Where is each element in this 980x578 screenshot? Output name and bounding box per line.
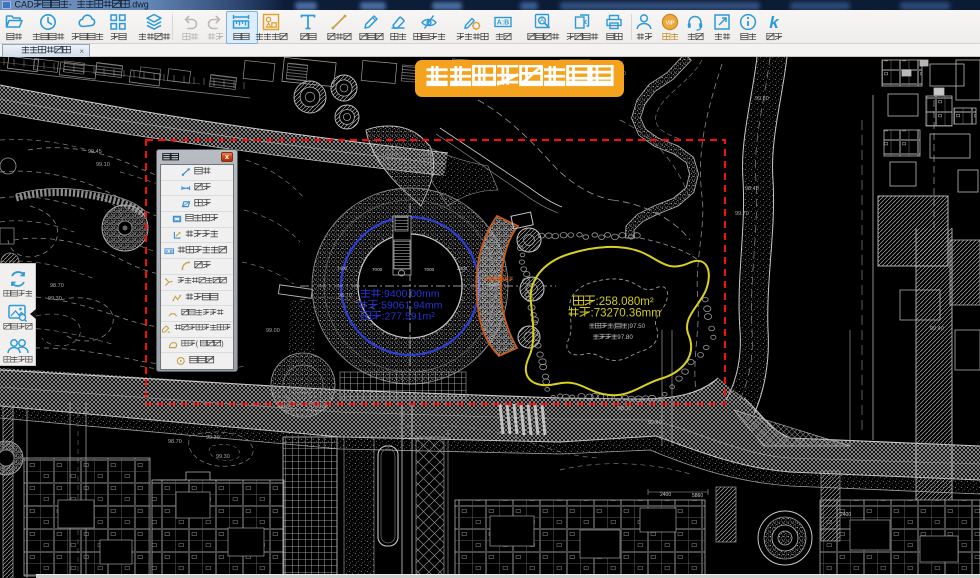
svg-text:99.40: 99.40: [930, 326, 944, 332]
svg-text:7000: 7000: [424, 267, 435, 272]
svg-text:7000: 7000: [372, 267, 383, 272]
svg-text:): ): [221, 340, 223, 348]
svg-text:2400: 2400: [840, 512, 851, 518]
svg-text:(: (: [195, 340, 198, 348]
svg-text:.dwg: .dwg: [130, 0, 149, 9]
svg-text:-: -: [69, 0, 72, 9]
svg-text:99.30: 99.30: [48, 296, 62, 302]
svg-text:5860: 5860: [692, 493, 703, 499]
svg-text:99.10: 99.10: [96, 162, 110, 168]
svg-text:99.70: 99.70: [735, 211, 749, 217]
svg-text::9400.00mm: :9400.00mm: [381, 288, 440, 300]
svg-text:98.70: 98.70: [50, 283, 64, 289]
svg-text:99.30: 99.30: [755, 96, 769, 102]
svg-text::73270.36mm: :73270.36mm: [591, 308, 661, 320]
svg-text:CAD: CAD: [15, 0, 35, 9]
svg-text:98.10: 98.10: [618, 406, 632, 412]
svg-text:VIP: VIP: [665, 20, 674, 26]
svg-text:99.30: 99.30: [206, 435, 220, 441]
svg-text:99.00: 99.00: [266, 328, 280, 334]
svg-text:99.30: 99.30: [216, 454, 230, 460]
svg-text:97.80: 97.80: [617, 334, 633, 341]
svg-text:98.40: 98.40: [745, 186, 759, 192]
svg-text:k: k: [769, 13, 780, 32]
svg-text:A:B: A:B: [497, 20, 509, 27]
svg-text::258.080m²: :258.080m²: [596, 296, 654, 308]
svg-text:)97.50: )97.50: [628, 323, 646, 330]
svg-text:98.70: 98.70: [338, 293, 352, 299]
svg-text:7400: 7400: [337, 266, 348, 271]
svg-text:98.70: 98.70: [168, 439, 182, 445]
svg-text:A: A: [540, 19, 544, 25]
svg-text:A:B: A:B: [166, 249, 173, 254]
svg-text:99.40: 99.40: [648, 420, 662, 426]
svg-text::277.591m²: :277.591m²: [382, 311, 436, 323]
svg-text:99.45: 99.45: [88, 149, 102, 155]
svg-text:2400: 2400: [660, 492, 671, 498]
svg-text:2400: 2400: [457, 266, 468, 271]
